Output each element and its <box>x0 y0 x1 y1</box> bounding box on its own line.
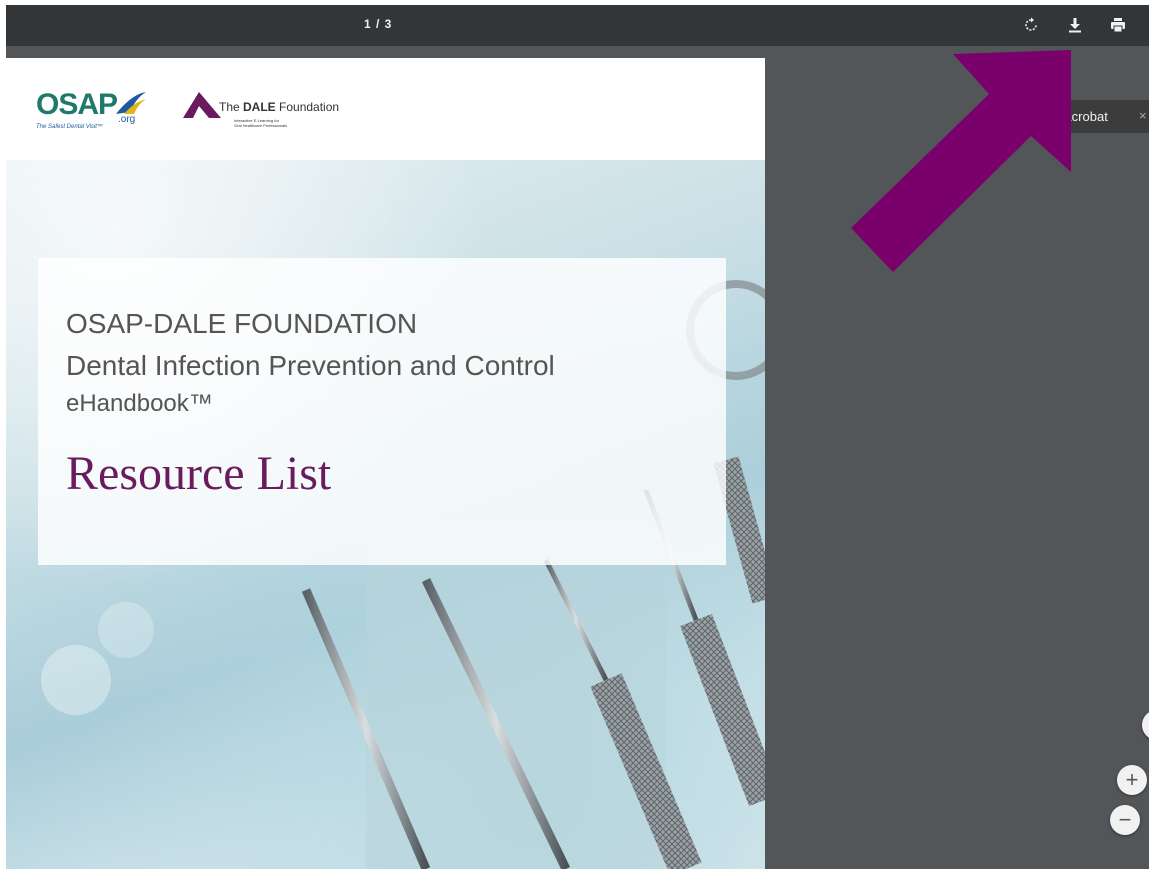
page-counter: 1 / 3 <box>364 17 393 31</box>
document-title: Resource List <box>66 447 332 500</box>
osap-swoosh-icon <box>116 92 146 114</box>
download-icon <box>1069 18 1081 33</box>
title-box: OSAP-DALE FOUNDATION Dental Infection Pr… <box>38 258 726 565</box>
title-organization: OSAP-DALE FOUNDATION <box>66 308 418 339</box>
download-button[interactable] <box>1061 11 1089 39</box>
title-subject: Dental Infection Prevention and Control <box>66 350 555 381</box>
rotate-button[interactable] <box>1017 11 1045 39</box>
fit-page-button[interactable] <box>1142 710 1149 740</box>
banner-close-button[interactable]: × <box>1139 108 1147 123</box>
title-handbook: eHandbook™ <box>66 390 213 417</box>
rotate-icon <box>1025 17 1037 31</box>
pdf-page: OSAP .org The Safest Dental Visit™ The D… <box>6 58 765 869</box>
pdf-toolbar: 1 / 3 <box>6 5 1149 46</box>
print-button[interactable] <box>1104 11 1132 39</box>
dale-foundation-logo: The DALE Foundation Interactive E-Learni… <box>181 92 371 142</box>
pdf-viewer: 1 / 3 OSAP .org The Safest Dental Visit™… <box>6 5 1149 869</box>
print-icon <box>1111 18 1125 33</box>
zoom-out-button[interactable]: − <box>1110 805 1140 835</box>
annotation-arrow-icon <box>851 50 1071 272</box>
dale-triangle-icon <box>183 92 221 118</box>
zoom-in-button[interactable]: + <box>1117 765 1147 795</box>
logo-header: OSAP .org The Safest Dental Visit™ The D… <box>6 58 765 160</box>
osap-logo: OSAP .org The Safest Dental Visit™ <box>36 88 156 148</box>
